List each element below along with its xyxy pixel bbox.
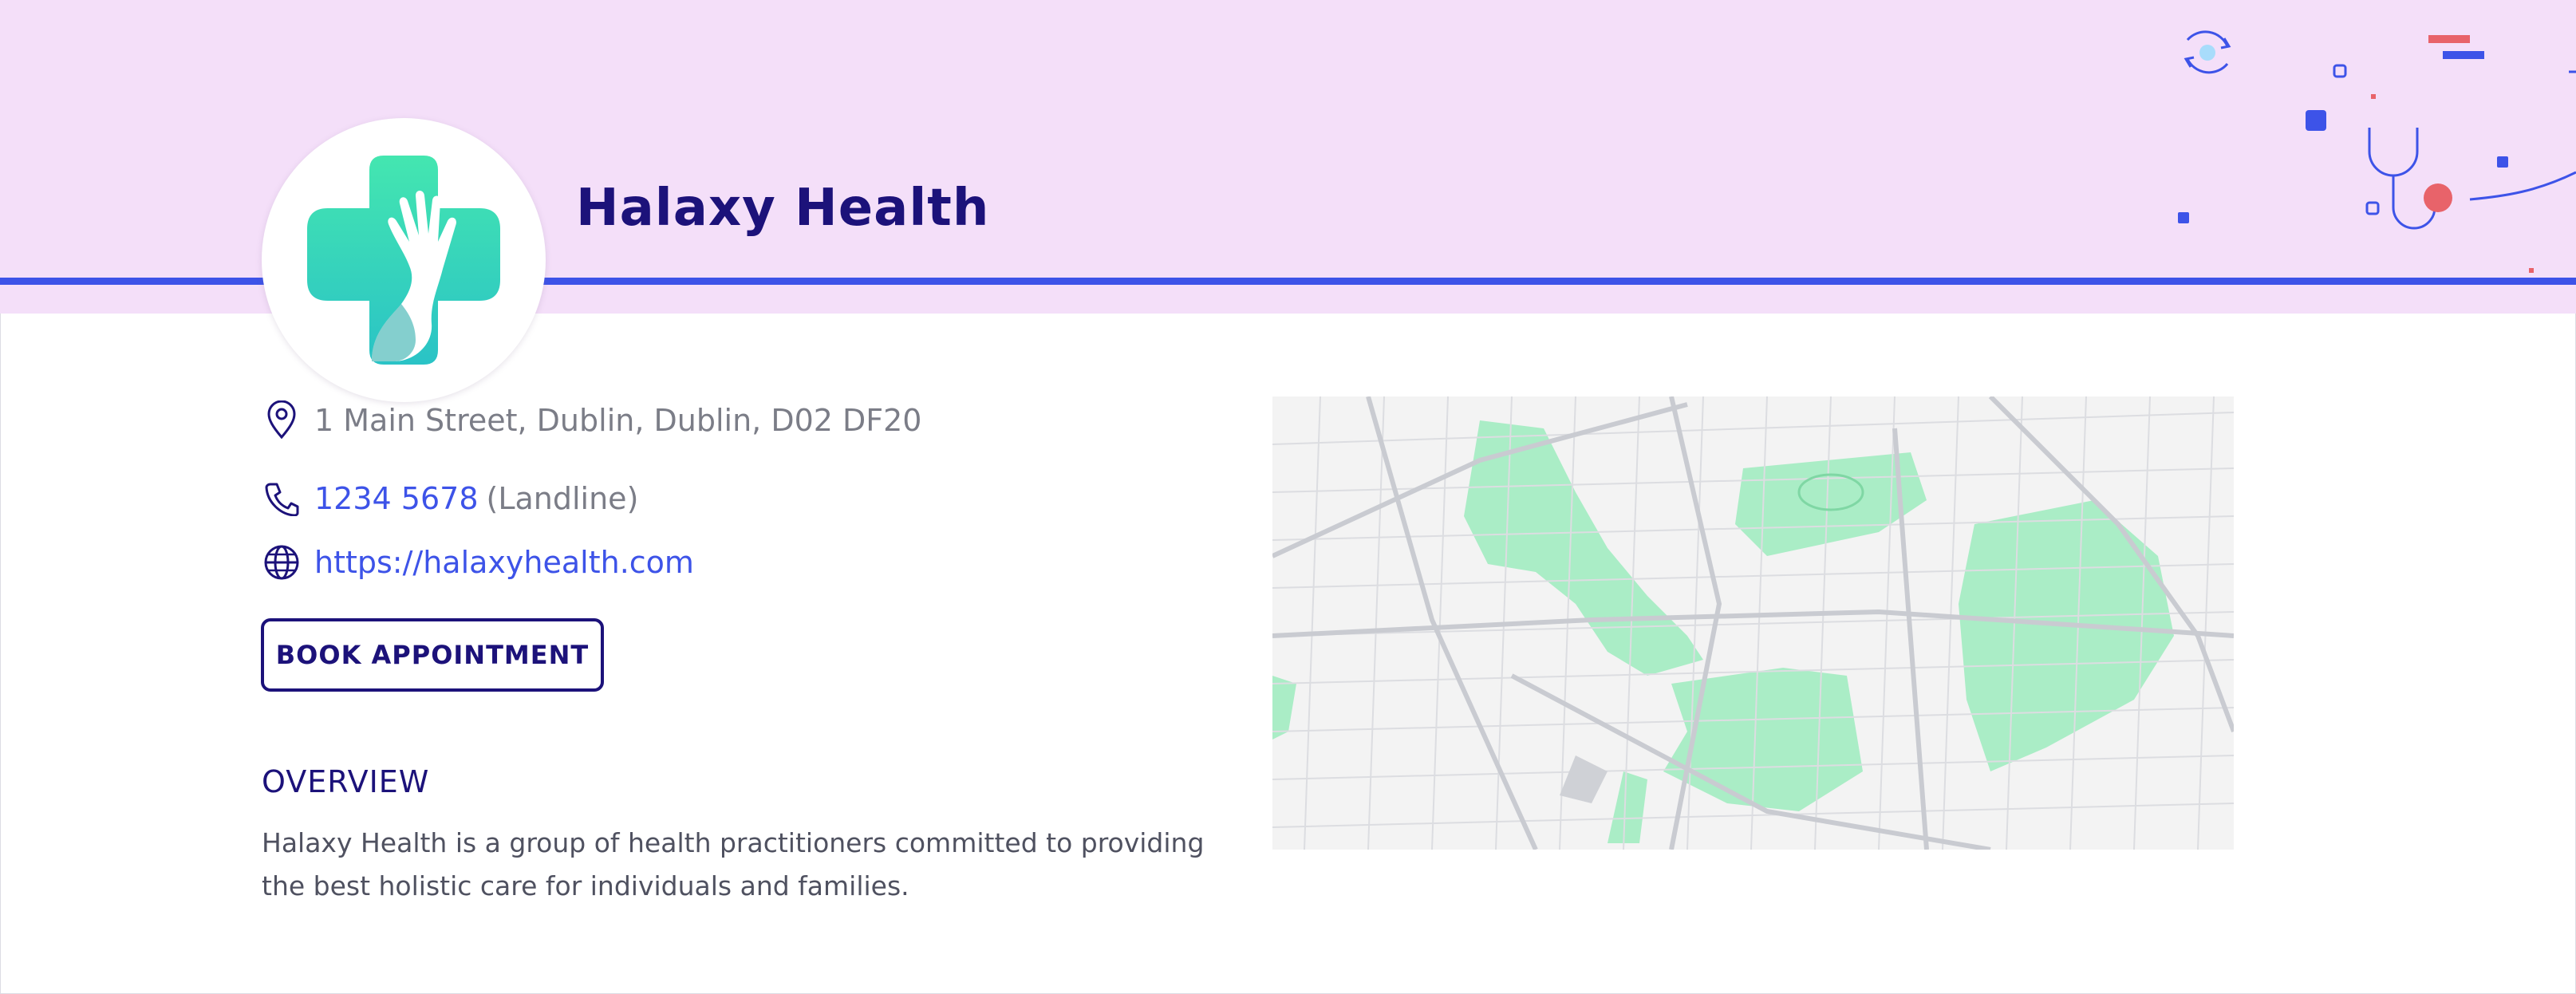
website-row: https://halaxyhealth.com xyxy=(262,542,694,582)
location-pin-icon xyxy=(262,400,302,440)
overview-text-line: the best holistic care for individuals a… xyxy=(262,870,909,901)
phone-icon xyxy=(262,479,302,519)
phone-type-label: (Landline) xyxy=(486,481,639,516)
globe-icon xyxy=(262,542,302,582)
page-title: Halaxy Health xyxy=(576,179,990,238)
address-row: 1 Main Street, Dublin, Dublin, D02 DF20 xyxy=(262,400,921,440)
overview-text: Halaxy Health is a group of health pract… xyxy=(262,822,1219,908)
overview-heading: OVERVIEW xyxy=(262,764,430,799)
phone-row: 1234 5678 (Landline) xyxy=(262,479,638,519)
address-text: 1 Main Street, Dublin, Dublin, D02 DF20 xyxy=(314,403,922,438)
street-map-image xyxy=(1272,396,2234,850)
cross-hand-logo-icon xyxy=(307,156,500,365)
decorative-medical-icons xyxy=(2178,30,2576,273)
overview-text-line: Halaxy Health is a group of health pract… xyxy=(262,827,1205,858)
book-appointment-button[interactable]: BOOK APPOINTMENT xyxy=(261,618,604,692)
location-map[interactable] xyxy=(1272,396,2234,850)
practice-logo xyxy=(262,118,546,402)
website-link[interactable]: https://halaxyhealth.com xyxy=(314,545,694,580)
phone-number-link[interactable]: 1234 5678 xyxy=(314,481,479,516)
